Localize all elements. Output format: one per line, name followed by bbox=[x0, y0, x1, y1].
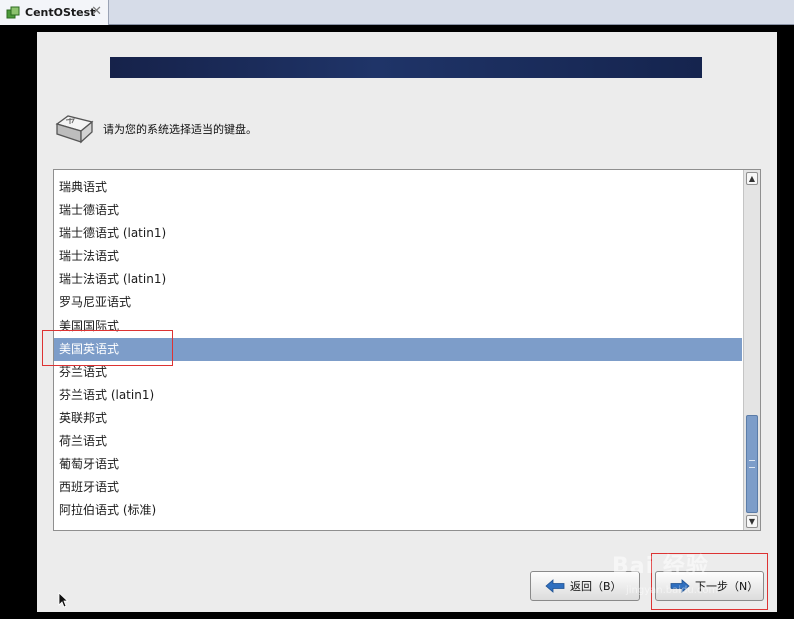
watermark-logo: Bai 经验 bbox=[612, 554, 709, 579]
scroll-grip bbox=[749, 460, 755, 468]
vertical-scrollbar[interactable]: ▲ ▼ bbox=[743, 170, 760, 530]
list-item[interactable]: 芬兰语式 bbox=[54, 361, 742, 384]
list-item[interactable]: 瑞士德语式 (latin1) bbox=[54, 222, 742, 245]
list-item[interactable]: 美国英语式 bbox=[54, 337, 742, 361]
tab-bar: CentOStest ✕ bbox=[0, 0, 794, 25]
list-item[interactable]: 美国国际式 bbox=[54, 315, 742, 338]
back-button-label: 返回（B） bbox=[570, 580, 622, 593]
scroll-up-button[interactable]: ▲ bbox=[746, 172, 758, 185]
list-item[interactable]: 西班牙语式 bbox=[54, 476, 742, 499]
keyboard-listbox[interactable]: 瑞典语式 瑞士德语式 瑞士德语式 (latin1) 瑞士法语式 瑞士法语式 (latin… bbox=[53, 169, 761, 531]
tab-centostest[interactable]: CentOStest ✕ bbox=[0, 0, 109, 25]
list-item[interactable]: 英联邦式 bbox=[54, 407, 742, 430]
watermark-url: jingyan.baidu.com bbox=[626, 585, 719, 596]
keyboard-list: 瑞典语式 瑞士德语式 瑞士德语式 (latin1) 瑞士法语式 瑞士法语式 (latin… bbox=[54, 176, 742, 522]
list-item[interactable]: 瑞士法语式 (latin1) bbox=[54, 268, 742, 291]
mouse-cursor-icon bbox=[58, 592, 68, 608]
list-item[interactable]: 罗马尼亚语式 bbox=[54, 291, 742, 314]
list-item[interactable]: 芬兰语式 (latin1) bbox=[54, 384, 742, 407]
scroll-thumb[interactable] bbox=[746, 415, 758, 513]
vm-icon bbox=[6, 6, 20, 18]
list-item[interactable]: 葡萄牙语式 bbox=[54, 453, 742, 476]
scroll-down-button[interactable]: ▼ bbox=[746, 515, 758, 528]
list-item[interactable]: 阿拉伯语式 (标准) bbox=[54, 499, 742, 522]
list-item[interactable]: 瑞士德语式 bbox=[54, 199, 742, 222]
tab-title: CentOStest bbox=[25, 6, 96, 19]
arrow-left-icon bbox=[545, 579, 565, 593]
installer-banner bbox=[110, 57, 702, 78]
list-item[interactable]: 荷兰语式 bbox=[54, 430, 742, 453]
keyboard-icon bbox=[55, 115, 94, 144]
list-item[interactable]: 瑞士法语式 bbox=[54, 245, 742, 268]
scroll-track[interactable] bbox=[746, 187, 758, 513]
close-icon[interactable]: ✕ bbox=[91, 4, 102, 19]
list-item[interactable]: 瑞典语式 bbox=[54, 176, 742, 199]
keyboard-prompt: 请为您的系统选择适当的键盘。 bbox=[103, 123, 257, 136]
